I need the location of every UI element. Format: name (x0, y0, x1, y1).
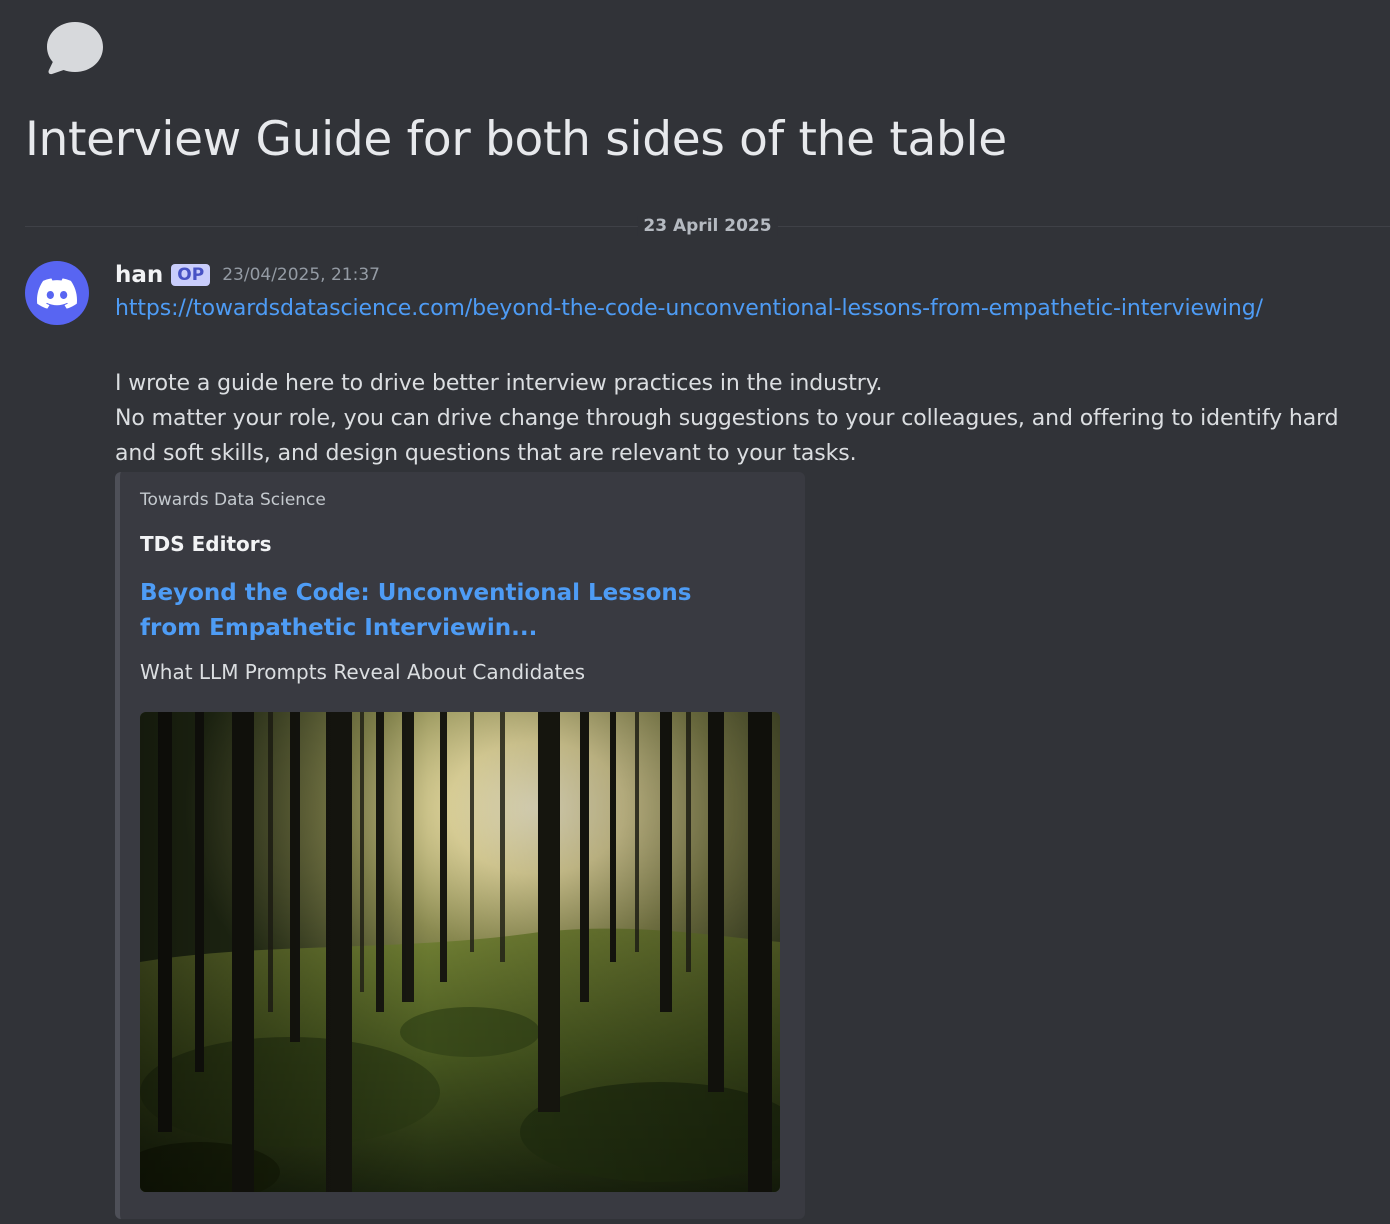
embed-description: What LLM Prompts Reveal About Candidates (140, 660, 586, 684)
date-divider: 23 April 2025 (25, 216, 1390, 236)
message-link[interactable]: https://towardsdatascience.com/beyond-th… (115, 296, 1263, 321)
username[interactable]: han (115, 262, 163, 288)
speech-bubble-icon (44, 18, 106, 78)
message-line: No matter your role, you can drive chang… (115, 406, 1339, 466)
timestamp: 23/04/2025, 21:37 (222, 265, 380, 285)
embed-author: TDS Editors (140, 532, 272, 556)
embed-provider: Towards Data Science (140, 490, 326, 510)
forest-photo (140, 712, 780, 1192)
thread-title: Interview Guide for both sides of the ta… (25, 112, 1007, 167)
message-body: I wrote a guide here to drive better int… (115, 366, 1370, 471)
message-line: I wrote a guide here to drive better int… (115, 371, 883, 396)
message-header: han OP 23/04/2025, 21:37 (115, 262, 380, 288)
embed-image[interactable] (140, 712, 780, 1192)
link-embed: Towards Data Science TDS Editors Beyond … (115, 472, 805, 1219)
avatar[interactable] (25, 261, 89, 325)
discord-logo-icon (37, 277, 77, 309)
date-label: 23 April 2025 (637, 216, 778, 236)
embed-title-link[interactable]: Beyond the Code: Unconventional Lessons … (140, 576, 760, 646)
op-badge: OP (171, 264, 211, 286)
